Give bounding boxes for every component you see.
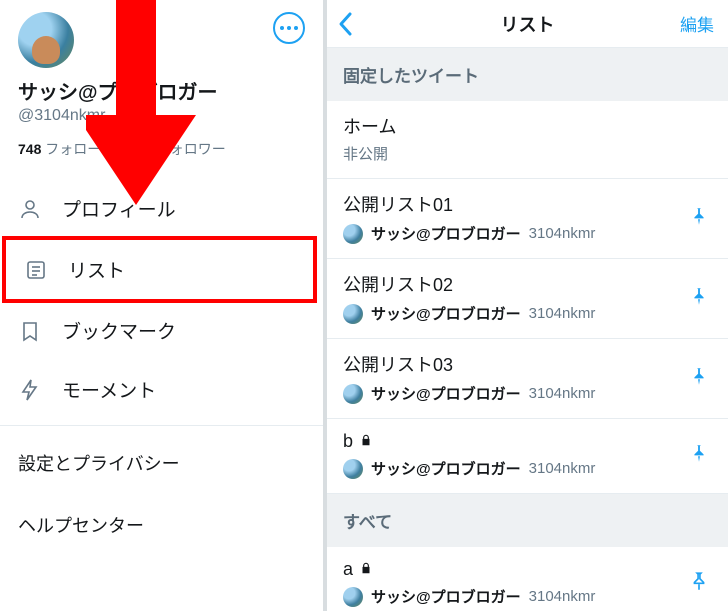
owner-avatar [343,384,363,404]
menu-label-bookmarks: ブックマーク [62,317,176,344]
menu-item-profile[interactable]: プロフィール [0,179,323,238]
menu-item-bookmarks[interactable]: ブックマーク [0,301,323,360]
menu-label-moments: モーメント [62,376,156,403]
list-title-text: a [343,559,353,580]
followers-label: フォロワー [156,141,226,157]
pin-outline-icon[interactable] [688,571,710,598]
owner-handle: 3104nkmr [529,305,596,322]
pin-icon[interactable] [688,443,710,470]
menu-item-lists[interactable]: リスト [6,240,313,299]
section-all: すべて [327,494,728,547]
owner-avatar [343,587,363,607]
drawer-panel: サッシ@プロブロガー @3104nkmr 748 フォロー 1,321 フォロワ… [0,0,327,611]
pin-icon[interactable] [688,205,710,232]
owner-handle: 3104nkmr [529,225,596,242]
edit-button[interactable]: 編集 [680,11,714,36]
lists-screen: リスト 編集 固定したツイート ホーム 非公開 公開リスト01 サッシ@プロブロ… [327,0,728,611]
owner-handle: 3104nkmr [529,588,596,605]
back-button[interactable] [337,10,355,38]
owner-avatar [343,459,363,479]
list-title: 公開リスト02 [343,271,712,297]
menu-item-settings[interactable]: 設定とプライバシー [0,432,323,494]
following-count: 748 [18,141,41,157]
followers-count: 1,321 [117,141,152,157]
list-icon [24,258,48,282]
list-row[interactable]: b サッシ@プロブロガー 3104nkmr [327,419,728,494]
list-row[interactable]: 公開リスト03 サッシ@プロブロガー 3104nkmr [327,339,728,419]
list-title: b [343,431,712,452]
owner-handle: 3104nkmr [529,385,596,402]
list-title: 公開リスト03 [343,351,712,377]
follow-stats[interactable]: 748 フォロー 1,321 フォロワー [0,139,323,179]
more-icon [280,26,298,30]
list-owner: サッシ@プロブロガー 3104nkmr [343,303,712,324]
owner-name: サッシ@プロブロガー [371,303,521,324]
menu-item-help[interactable]: ヘルプセンター [0,494,323,556]
owner-avatar [343,224,363,244]
owner-name: サッシ@プロブロガー [371,383,521,404]
avatar[interactable] [18,12,74,68]
menu-item-moments[interactable]: モーメント [0,360,323,419]
list-row[interactable]: ホーム 非公開 [327,101,728,179]
lists-header: リスト 編集 [327,0,728,48]
lists-title: リスト [501,11,555,37]
list-row[interactable]: 公開リスト01 サッシ@プロブロガー 3104nkmr [327,179,728,259]
menu-label-profile: プロフィール [62,195,176,222]
pin-icon[interactable] [688,365,710,392]
user-handle[interactable]: @3104nkmr [0,107,323,139]
list-row[interactable]: a サッシ@プロブロガー 3104nkmr [327,547,728,611]
owner-handle: 3104nkmr [529,460,596,477]
profile-icon [18,197,42,221]
list-title: ホーム [343,113,712,139]
owner-avatar [343,304,363,324]
list-owner: サッシ@プロブロガー 3104nkmr [343,458,712,479]
list-title-text: b [343,431,353,452]
moments-icon [18,378,42,402]
list-owner: サッシ@プロブロガー 3104nkmr [343,383,712,404]
chevron-left-icon [337,10,355,38]
divider [0,425,323,426]
drawer-header [0,0,323,76]
list-owner: サッシ@プロブロガー 3104nkmr [343,223,712,244]
list-row[interactable]: 公開リスト02 サッシ@プロブロガー 3104nkmr [327,259,728,339]
owner-name: サッシ@プロブロガー [371,458,521,479]
menu-label-lists: リスト [68,256,125,283]
lock-icon [359,431,373,452]
list-private-label: 非公開 [343,143,712,164]
bookmark-icon [18,319,42,343]
following-label: フォロー [45,141,101,157]
list-title: a [343,559,712,580]
annotation-highlight: リスト [2,236,317,303]
list-owner: サッシ@プロブロガー 3104nkmr [343,586,712,607]
owner-name: サッシ@プロブロガー [371,223,521,244]
section-pinned: 固定したツイート [327,48,728,101]
pin-icon[interactable] [688,285,710,312]
list-title: 公開リスト01 [343,191,712,217]
display-name[interactable]: サッシ@プロブロガー [0,76,323,107]
more-button[interactable] [273,12,305,44]
owner-name: サッシ@プロブロガー [371,586,521,607]
lists-scroll[interactable]: 固定したツイート ホーム 非公開 公開リスト01 サッシ@プロブロガー 3104… [327,48,728,611]
lock-icon [359,559,373,580]
